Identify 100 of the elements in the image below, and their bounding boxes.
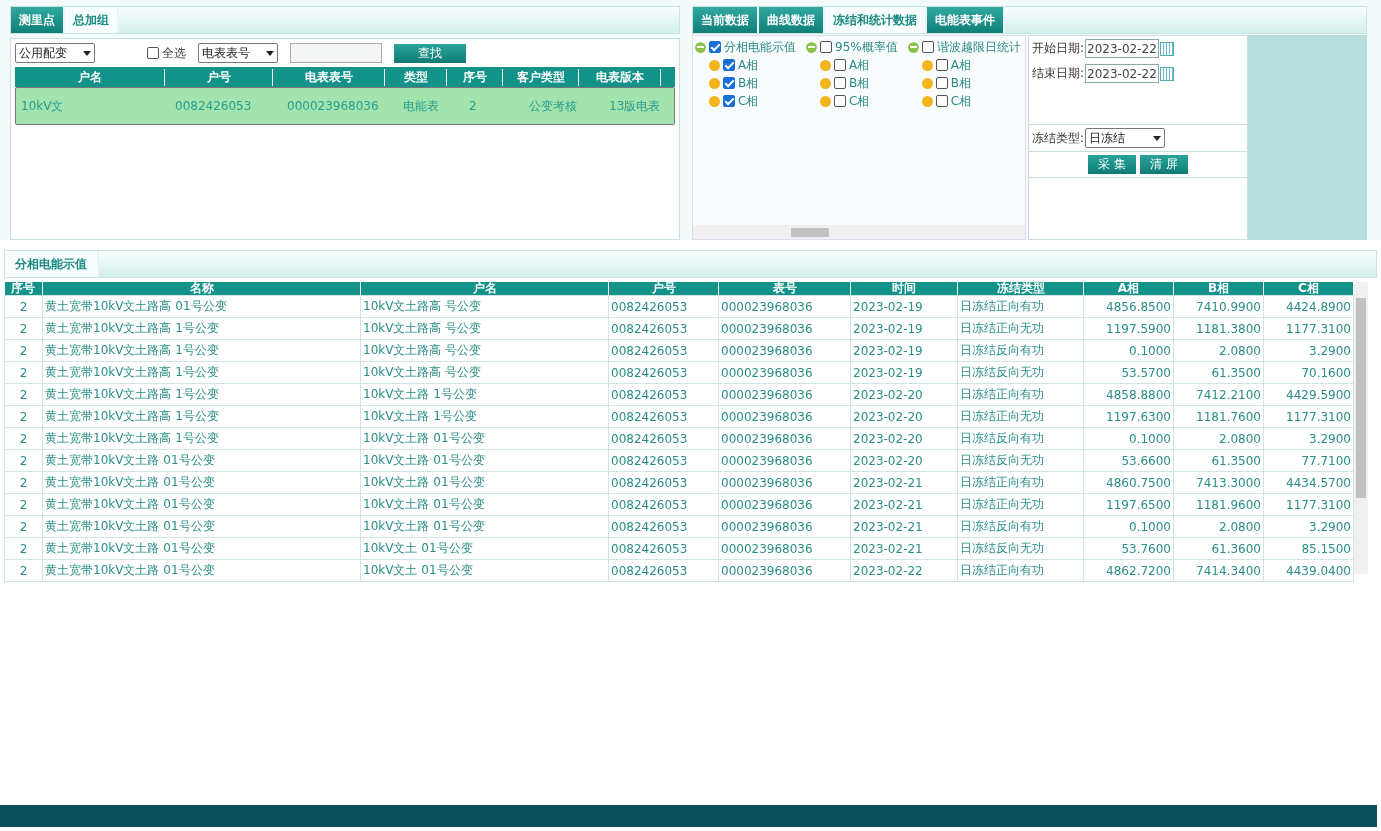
table-cell: 000023968036 [721, 299, 813, 314]
table-cell: 0082426053 [611, 541, 688, 556]
table-cell: 0082426053 [611, 409, 688, 424]
table-cell: 2 [19, 563, 28, 578]
table-cell: 000023968036 [721, 365, 813, 380]
tree-label: A相 [738, 56, 759, 74]
tab[interactable]: 总加组 [65, 7, 119, 33]
table-cell: 10kV文土路 01号公变 [363, 431, 485, 445]
table-cell: 日冻结正向有功 [960, 475, 1044, 489]
table-cell: 黄土宽带10kV文土路 01号公变 [45, 475, 215, 489]
tree-label: 95%概率值 [835, 38, 898, 56]
table-cell: 2.0800 [1219, 431, 1261, 446]
table-cell: 70.1600 [1301, 365, 1351, 380]
table-cell: 黄土宽带10kV文土路高 1号公变 [45, 343, 219, 357]
search-button[interactable]: 查找 [394, 43, 466, 63]
table-cell: 日冻结正向有功 [960, 563, 1044, 577]
column-header: 电表表号 [273, 68, 385, 86]
table-cell: 黄土宽带10kV文土路高 01号公变 [45, 299, 227, 313]
table-cell: 53.6600 [1121, 453, 1171, 468]
column-header: 户名 [360, 282, 609, 296]
table-cell: 日冻结正向有功 [960, 299, 1044, 313]
category-dropdown[interactable]: 公用配变 [15, 43, 95, 63]
tree-label: A相 [849, 56, 870, 74]
column-header: 类型 [385, 68, 447, 86]
table-cell: 2 [19, 343, 28, 358]
table-cell: 000023968036 [721, 409, 813, 424]
table-cell: 10kV文土路高 号公变 [363, 321, 482, 335]
table-cell: 1181.9600 [1196, 497, 1261, 512]
action-button[interactable]: 采 集 [1088, 155, 1136, 174]
column-header: 户号 [608, 282, 719, 296]
column-header: 冻结类型 [957, 282, 1084, 296]
table-cell: 1177.3100 [1286, 321, 1351, 336]
table-cell: 3.2900 [1309, 343, 1351, 358]
table-cell: 4439.0400 [1286, 563, 1351, 578]
table-cell: 000023968036 [721, 387, 813, 402]
table-cell: 7410.9900 [1196, 299, 1261, 314]
table-cell: 7413.3000 [1196, 475, 1261, 490]
table-cell: 2.0800 [1219, 519, 1261, 534]
table-cell: 1177.3100 [1286, 409, 1351, 424]
column-header: 户号 [165, 68, 273, 86]
table-cell: 53.7600 [1121, 541, 1171, 556]
table-row[interactable]: 10kV文 0082426053 000023968036 电能表 2 公变考核 13版电表 [15, 87, 675, 125]
checkbox-label: 全选 [162, 44, 186, 62]
date-field[interactable]: 2023-02-22 [1085, 64, 1159, 83]
field-label: 结束日期: [1032, 65, 1085, 82]
table-cell: 0082426053 [611, 387, 688, 402]
table-cell: 0082426053 [611, 365, 688, 380]
table-cell: 日冻结正向有功 [960, 387, 1044, 401]
table-cell: 0.1000 [1129, 343, 1171, 358]
table-cell: 000023968036 [721, 431, 813, 446]
table-cell: 77.7100 [1301, 453, 1351, 468]
table-cell: 4856.8500 [1106, 299, 1171, 314]
table-cell: 10kV文土路 01号公变 [363, 453, 485, 467]
tab[interactable]: 电能表事件 [927, 7, 1005, 33]
table-cell: 4862.7200 [1106, 563, 1171, 578]
table-cell: 2 [19, 431, 28, 446]
tree-label: C相 [849, 92, 870, 110]
table-cell: 黄土宽带10kV文土路高 1号公变 [45, 409, 219, 423]
table-cell-text: 0082426053 [174, 99, 253, 113]
field-label: 开始日期: [1032, 40, 1085, 57]
field-label: 冻结类型: [1032, 129, 1085, 147]
table-cell-text: 000023968036 [286, 99, 380, 113]
table-cell: 4434.5700 [1286, 475, 1351, 490]
table-cell: 黄土宽带10kV文土路高 1号公变 [45, 365, 219, 379]
table-cell: 2023-02-21 [853, 497, 923, 512]
tab[interactable]: 当前数据 [693, 7, 759, 33]
table-cell: 4424.8900 [1286, 299, 1351, 314]
tree-label: B相 [738, 74, 759, 92]
table-cell: 10kV文土路高 号公变 [363, 365, 482, 379]
table-cell-text: 公变考核 [528, 97, 578, 115]
freeze-type-dropdown[interactable]: 日冻结 [1085, 128, 1166, 148]
tab[interactable]: 分相电能示值 [5, 251, 99, 277]
table-cell: 000023968036 [721, 519, 813, 534]
table-cell: 黄土宽带10kV文土路高 1号公变 [45, 387, 219, 401]
table-cell: 61.3500 [1211, 365, 1261, 380]
tree-label: 谐波越限日统计 [936, 38, 1021, 56]
tab[interactable]: 曲线数据 [759, 7, 825, 33]
search-type-dropdown[interactable]: 电表表号 [198, 43, 278, 63]
table-cell: 0082426053 [611, 299, 688, 314]
table-cell: 日冻结反向有功 [960, 519, 1044, 533]
date-field[interactable]: 2023-02-22 [1085, 39, 1159, 58]
column-header: 序号 [4, 282, 43, 296]
table-cell-text: 10kV文 [20, 97, 65, 115]
table-cell: 0082426053 [611, 321, 688, 336]
table-cell: 日冻结正向无功 [960, 409, 1044, 423]
table-cell: 000023968036 [721, 321, 813, 336]
table-cell: 1181.7600 [1196, 409, 1261, 424]
action-button[interactable]: 清 屏 [1140, 155, 1188, 174]
table-cell: 10kV文土路 1号公变 [363, 409, 477, 423]
table-cell: 2023-02-21 [853, 541, 923, 556]
column-header: 序号 [447, 68, 503, 86]
table-cell: 2 [19, 541, 28, 556]
table-cell: 0082426053 [611, 475, 688, 490]
tab[interactable]: 冻结和统计数据 [825, 7, 927, 33]
table-cell: 黄土宽带10kV文土路 01号公变 [45, 519, 215, 533]
table-cell: 0082426053 [611, 343, 688, 358]
table-cell: 0.1000 [1129, 519, 1171, 534]
table-cell: 1197.5900 [1106, 321, 1171, 336]
tree-label: B相 [950, 74, 971, 92]
tab[interactable]: 测里点 [11, 7, 65, 33]
